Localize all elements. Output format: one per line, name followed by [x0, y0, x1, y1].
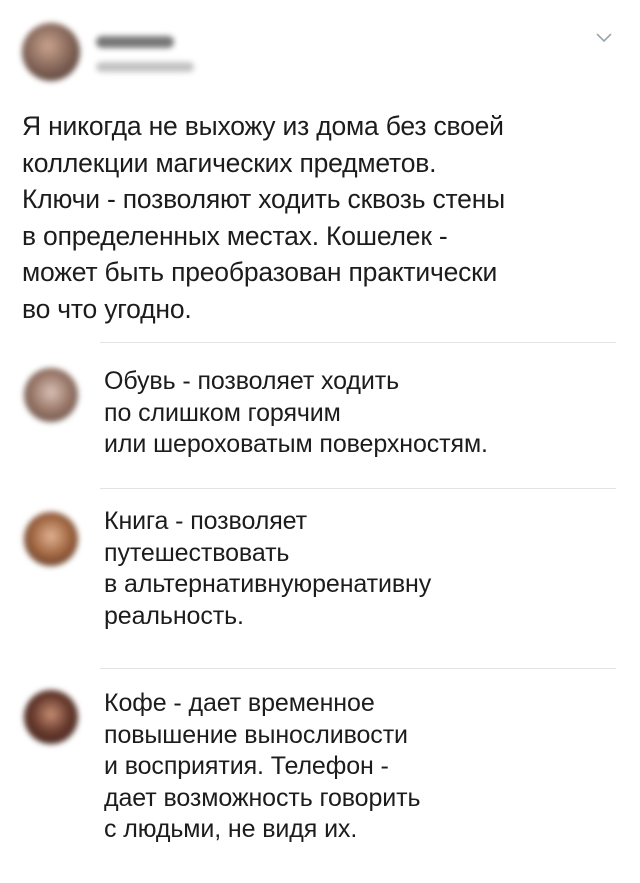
divider [100, 342, 616, 343]
post-text: Я никогда не выхожу из дома без своей ко… [22, 111, 506, 324]
reply-avatar[interactable] [24, 368, 78, 422]
reply-item[interactable]: Книга - позволяет путешествовать в альте… [0, 500, 640, 670]
chevron-down-icon[interactable] [596, 32, 612, 44]
reply-item[interactable]: Обувь - позволяет ходить по слишком горя… [0, 360, 640, 485]
author-name-blurred[interactable] [96, 36, 174, 48]
author-handle-blurred [96, 62, 194, 72]
reply-avatar[interactable] [24, 690, 78, 744]
reply-text: Кофе - дает временное повышение вынослив… [104, 689, 421, 843]
reply-text: Книга - позволяет путешествовать в альте… [104, 507, 432, 630]
post-header [0, 0, 640, 100]
divider [100, 488, 616, 489]
divider [100, 668, 616, 669]
reply-item[interactable]: Кофе - дает временное повышение вынослив… [0, 684, 640, 879]
author-avatar[interactable] [22, 23, 80, 81]
reply-avatar[interactable] [24, 512, 78, 566]
reply-text: Обувь - позволяет ходить по слишком горя… [104, 367, 488, 458]
